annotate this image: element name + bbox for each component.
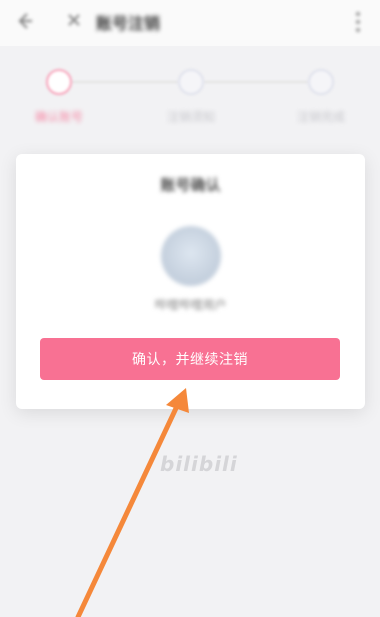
account-name: 哔哩哔哩用户 [154,298,227,312]
confirm-continue-button[interactable]: 确认，并继续注销 [40,338,340,380]
progress-steps: 确认账号 注销须知 注销完成 [0,58,380,138]
step-1-label: 确认账号 [34,110,83,124]
card-title: 账号确认 [160,176,221,194]
step-connector [204,81,308,83]
step-2-label: 注销须知 [166,110,215,124]
more-vertical-icon[interactable] [350,9,366,35]
step-connector [72,81,178,83]
step-3-dot [308,69,334,95]
back-arrow-icon[interactable] [14,11,34,31]
close-icon[interactable] [66,12,82,28]
page-title: 账号注销 [96,14,161,33]
step-2-dot [178,69,204,95]
avatar [161,226,221,286]
bilibili-watermark: bilibili [160,452,238,476]
step-1-dot [46,69,72,95]
top-nav-bar: 账号注销 [0,0,380,46]
step-3-label: 注销完成 [296,110,345,124]
account-confirm-card: 账号确认 哔哩哔哩用户 确认，并继续注销 [16,154,365,409]
